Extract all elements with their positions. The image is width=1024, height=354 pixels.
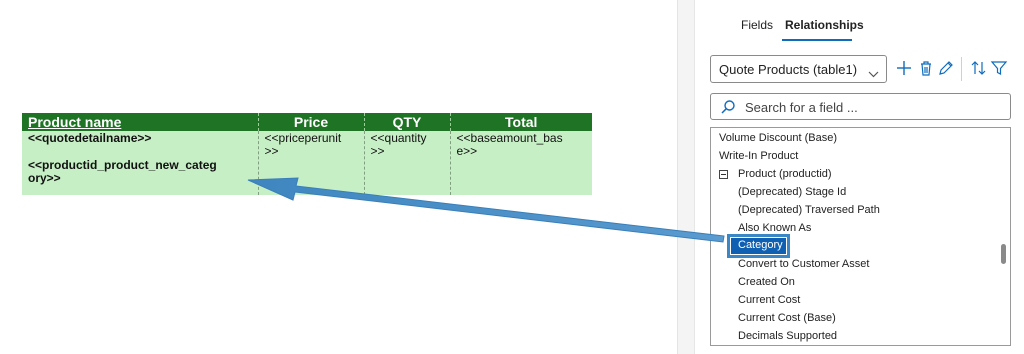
collapse-icon[interactable]	[719, 170, 728, 179]
field-productid-category: <<productid_product_new_categ	[28, 158, 217, 172]
chevron-down-icon	[868, 65, 879, 83]
filter-icon[interactable]	[990, 59, 1008, 77]
list-item[interactable]: Volume Discount (Base)	[719, 132, 837, 145]
header-total: Total	[450, 113, 592, 131]
list-item[interactable]: Current Cost	[738, 294, 800, 307]
tab-fields[interactable]: Fields	[741, 18, 773, 32]
cell-price[interactable]: <<priceperunit >>	[258, 131, 365, 195]
search-icon	[720, 99, 736, 120]
field-priceperunit-wrap: >>	[264, 144, 279, 158]
table-select-dropdown[interactable]: Quote Products (table1)	[710, 55, 887, 83]
table-row: <<quotedetailname>> <<productid_product_…	[22, 131, 592, 195]
selection-highlight-box	[727, 234, 790, 258]
cell-total[interactable]: <<baseamount_bas e>>	[450, 131, 592, 195]
cell-qty[interactable]: <<quantity >>	[364, 131, 451, 195]
table-header-row: Product name Price QTY Total	[22, 113, 592, 131]
add-icon[interactable]	[895, 59, 913, 77]
list-item[interactable]: Product (productid)	[738, 168, 832, 181]
list-item[interactable]: Write-In Product	[719, 150, 798, 163]
header-product-name: Product name	[22, 113, 259, 131]
toolbar-separator	[961, 57, 962, 81]
header-qty: QTY	[364, 113, 451, 131]
field-baseamount-wrap: e>>	[456, 144, 478, 158]
edit-icon[interactable]	[937, 59, 955, 77]
cell-product-name[interactable]: <<quotedetailname>> <<productid_product_…	[22, 131, 259, 195]
field-productid-category-wrap: ory>>	[28, 171, 61, 185]
field-quotedetailname: <<quotedetailname>>	[28, 131, 152, 145]
list-item[interactable]: Created On	[738, 276, 795, 289]
sort-icon[interactable]	[970, 59, 988, 77]
list-item[interactable]: (Deprecated) Traversed Path	[738, 204, 880, 217]
delete-icon[interactable]	[917, 59, 935, 77]
field-search-input[interactable]: Search for a field ...	[710, 93, 1011, 120]
list-item[interactable]: Current Cost (Base)	[738, 312, 836, 325]
list-item[interactable]: Convert to Customer Asset	[738, 258, 869, 271]
header-price: Price	[258, 113, 365, 131]
field-quantity-wrap: >>	[370, 144, 385, 158]
active-tab-indicator	[782, 39, 852, 41]
table-select-value: Quote Products (table1)	[719, 62, 858, 77]
tab-relationships[interactable]: Relationships	[785, 18, 864, 32]
list-item[interactable]: (Deprecated) Stage Id	[738, 186, 846, 199]
document-table: Product name Price QTY Total <<quotedeta…	[22, 113, 592, 195]
field-list-scrollbar[interactable]	[1001, 244, 1006, 264]
search-placeholder: Search for a field ...	[745, 100, 858, 115]
list-item[interactable]: Decimals Supported	[738, 330, 837, 343]
